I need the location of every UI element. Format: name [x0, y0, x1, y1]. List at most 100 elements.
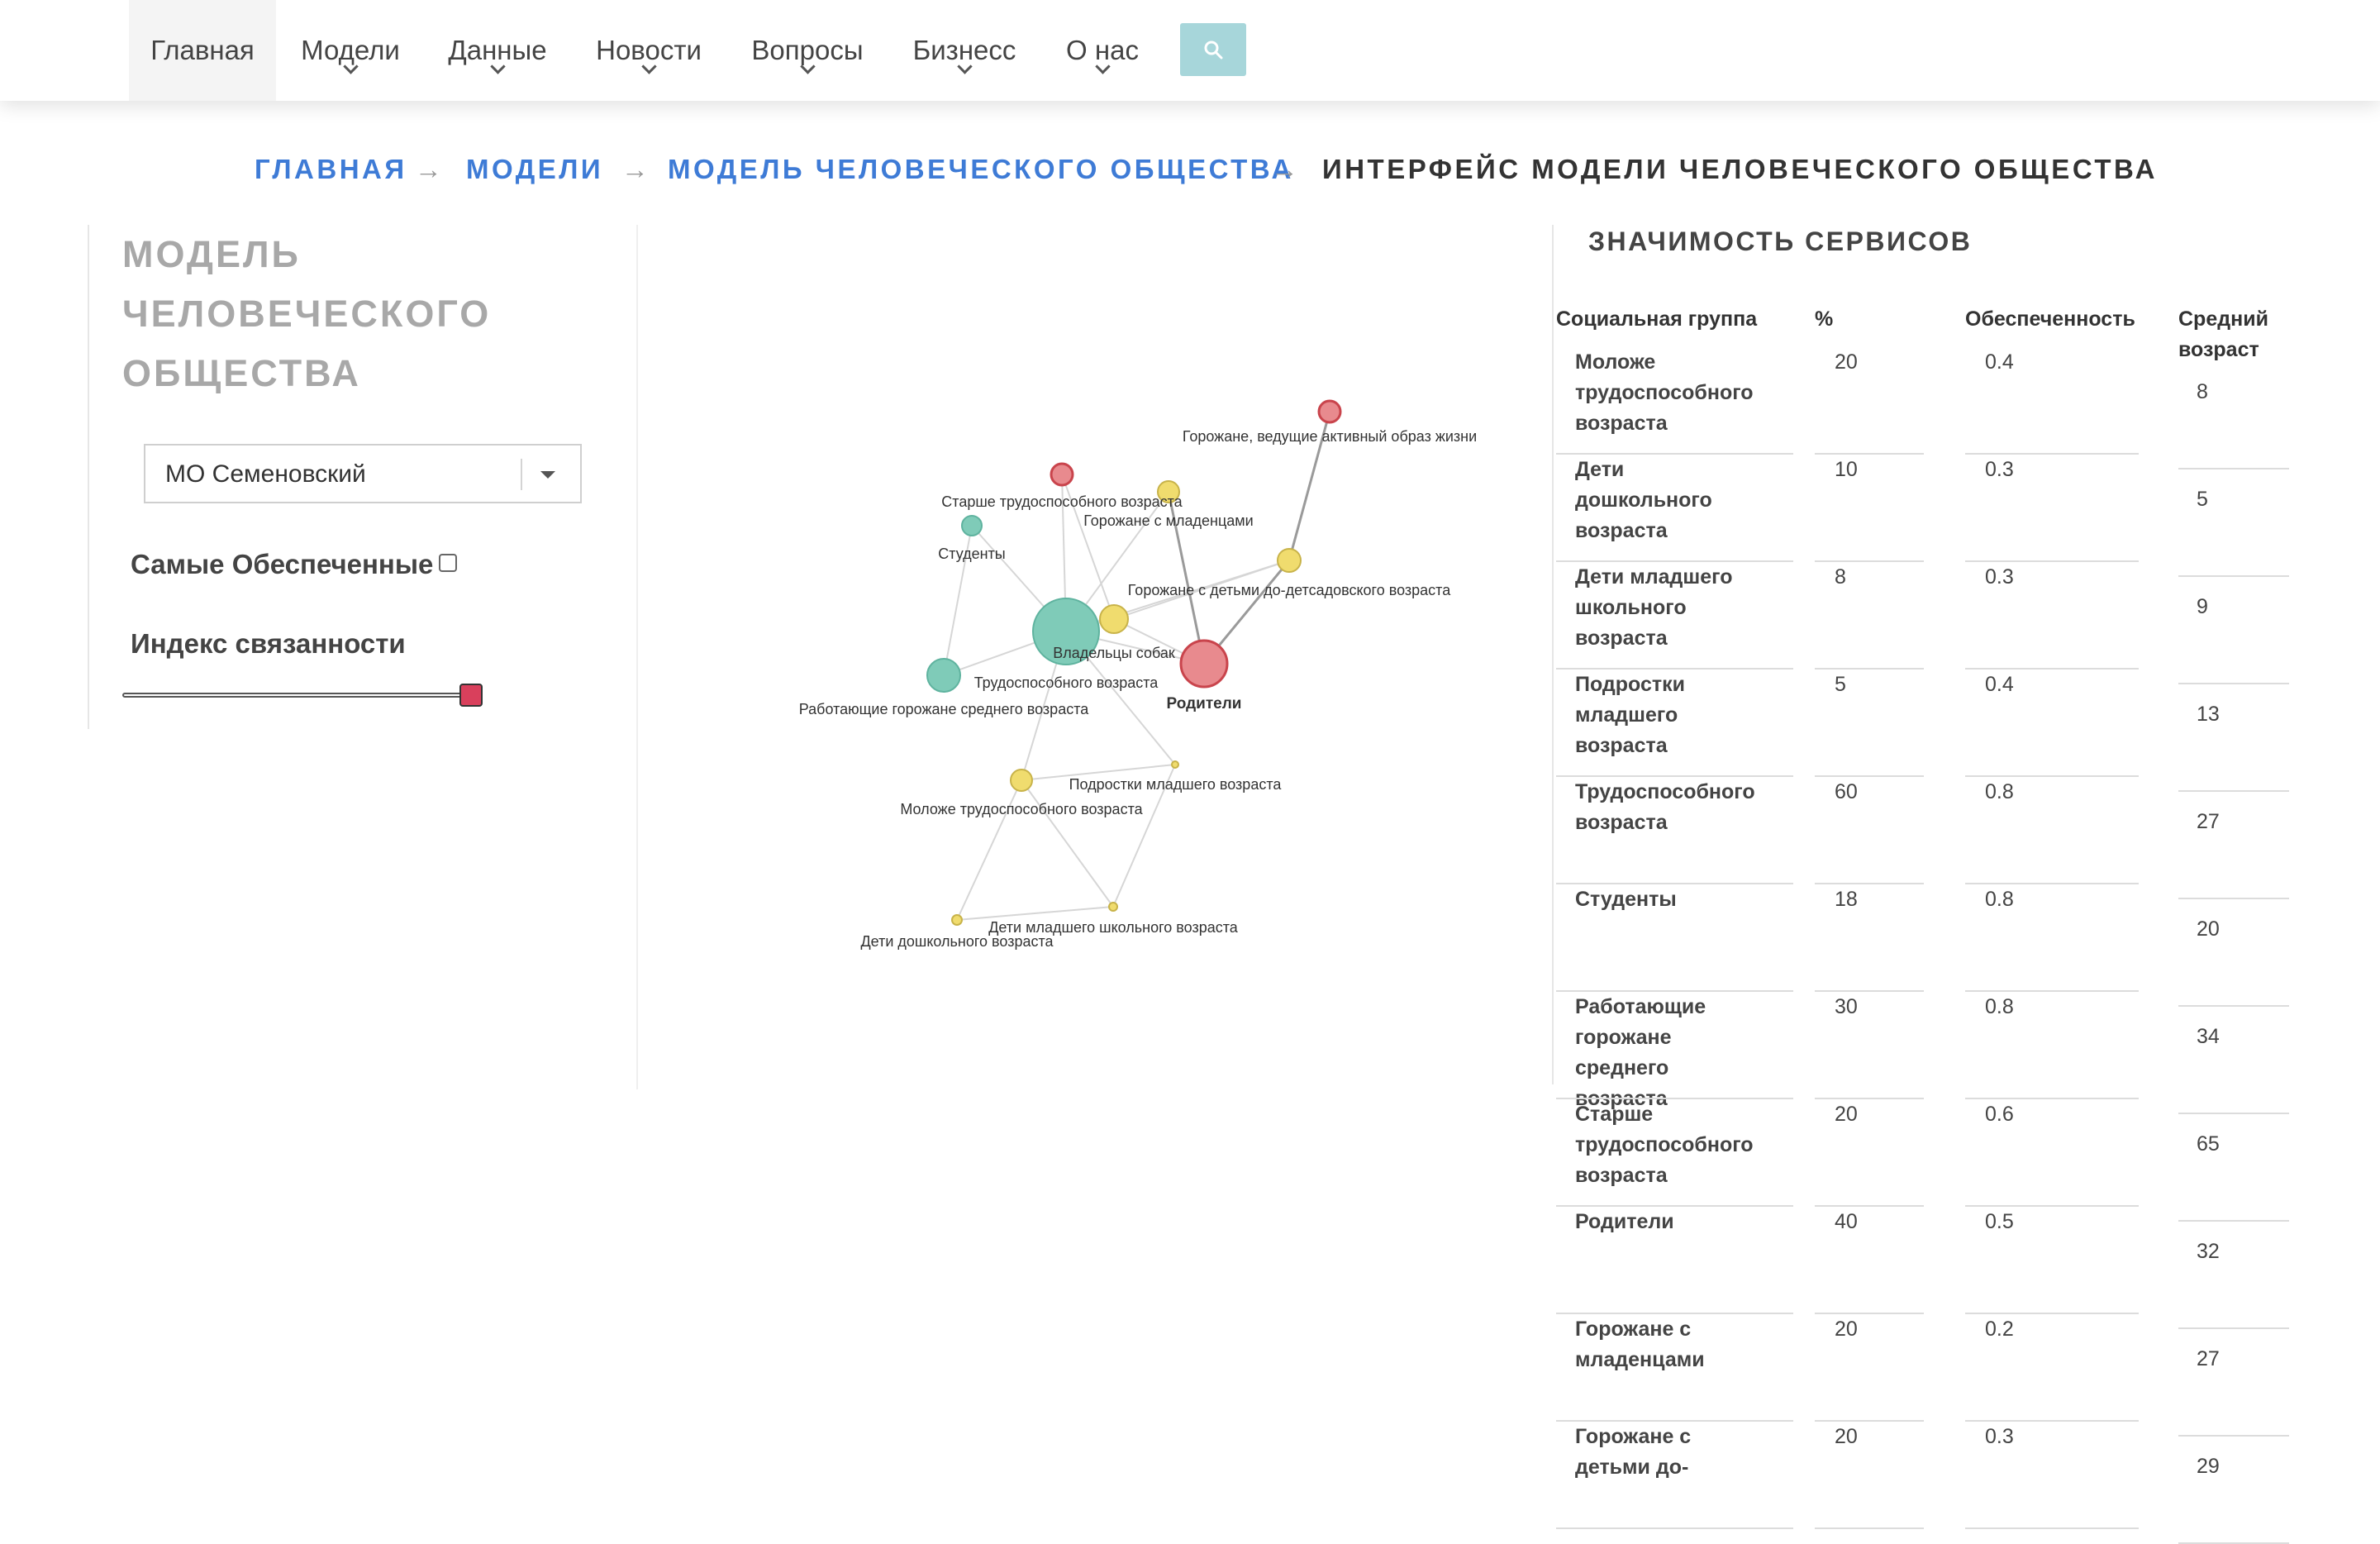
table-cell-percent: 20	[1835, 1103, 1858, 1126]
table-row-divider	[2178, 1005, 2289, 1007]
panel-title: Модель человеческого общества	[122, 225, 552, 403]
graph-node-label: Трудоспособного возраста	[974, 674, 1159, 691]
table-left-border	[1552, 225, 1554, 1084]
table-cell-percent: 20	[1835, 1318, 1858, 1341]
nav-item-business[interactable]: Бизнесс	[902, 0, 1026, 101]
top-navigation: Главная Модели Данные Новости Вопросы Би…	[0, 0, 2380, 101]
table-cell-percent: 18	[1835, 888, 1858, 911]
table-cell-percent: 40	[1835, 1210, 1858, 1233]
graph-node-label: Дети дошкольного возраста	[860, 933, 1054, 950]
table-cell-age: 13	[2197, 703, 2220, 726]
graph-node-label: Старше трудоспособного возраста	[941, 493, 1183, 510]
search-icon	[1204, 41, 1223, 60]
graph-node-dogs[interactable]	[1099, 604, 1129, 634]
breadcrumb-link-home[interactable]: Главная	[255, 154, 407, 185]
table-cell-age: 20	[2197, 917, 2220, 941]
table-row-divider	[2178, 898, 2289, 899]
table-cell-provision: 0.8	[1985, 780, 2014, 803]
graph-edge	[1021, 779, 1114, 908]
graph-node-preschool[interactable]	[951, 914, 963, 926]
table-cell-percent: 30	[1835, 995, 1858, 1018]
table-row-divider	[1815, 453, 1924, 455]
nav-item-models[interactable]: Модели	[289, 0, 412, 101]
table-row-divider	[2178, 1113, 2289, 1114]
table-row-divider	[2178, 1435, 2289, 1437]
table-cell-provision: 0.6	[1985, 1103, 2014, 1126]
graph-node-school[interactable]	[1108, 902, 1118, 912]
table-cell-provision: 0.4	[1985, 350, 2014, 374]
table-row-divider	[1965, 1527, 2139, 1529]
search-button[interactable]	[1180, 23, 1246, 76]
nav-item-home[interactable]: Главная	[129, 0, 276, 101]
table-cell-age: 27	[2197, 810, 2220, 833]
graph-node-label: Работающие горожане среднего возраста	[799, 701, 1090, 717]
table-row-divider	[1815, 1205, 1924, 1207]
table-cell-group: Дети младшего школьного возраста	[1575, 565, 1733, 650]
graph-node-label: Горожане, ведущие активный образ жизни	[1183, 428, 1477, 445]
table-cell-group: Моложе трудоспособного возраста	[1575, 350, 1754, 435]
table-row-divider	[1815, 1420, 1924, 1422]
graph-node-students[interactable]	[961, 515, 983, 536]
table-cell-age: 27	[2197, 1347, 2220, 1370]
caret-down-icon[interactable]	[540, 471, 555, 479]
table-cell-percent: 20	[1835, 1425, 1858, 1448]
breadcrumb-separator: →	[415, 154, 445, 184]
graph-node-kinder[interactable]	[1277, 548, 1302, 573]
table-cell-group: Горожане с младенцами	[1575, 1318, 1705, 1371]
table-cell-percent: 5	[1835, 673, 1846, 696]
table-cell-age: 8	[2197, 380, 2208, 403]
social-groups-network-graph[interactable]: Горожане, ведущие активный образ жизни Ст…	[638, 225, 1547, 1089]
table-cell-group: Трудоспособного возраста	[1575, 780, 1755, 834]
column-header-percent: %	[1815, 307, 1834, 331]
panel-title-line: человеческого	[122, 293, 492, 335]
graph-node-label: Родители	[1167, 695, 1242, 712]
graph-node-healthy[interactable]	[1317, 399, 1342, 424]
table-cell-age: 34	[2197, 1025, 2220, 1048]
table-cell-percent: 10	[1835, 458, 1858, 481]
graph-node-young[interactable]	[1010, 769, 1033, 792]
wealthiest-checkbox-label: Самые Обеспеченные	[131, 549, 434, 579]
breadcrumb-link-society-model[interactable]: Модель человеческого общества	[668, 154, 1294, 185]
column-header-provision: Обеспеченность	[1965, 307, 2135, 331]
nav-item-about[interactable]: О нас	[1056, 0, 1149, 101]
nav-item-data[interactable]: Данные	[436, 0, 559, 101]
table-cell-group: Старше трудоспособного возраста	[1575, 1103, 1754, 1187]
table-row-divider	[1815, 1313, 1924, 1314]
breadcrumb-separator: →	[621, 154, 652, 184]
connectivity-slider-thumb[interactable]	[459, 684, 483, 707]
connectivity-slider-track[interactable]	[122, 693, 479, 698]
breadcrumb-link-models[interactable]: Модели	[466, 154, 603, 185]
breadcrumb-current: Интерфейс модели человеческого общества	[1322, 154, 2158, 184]
graph-node-teens[interactable]	[1171, 760, 1179, 769]
table-row-divider	[1815, 668, 1924, 670]
table-cell-group: Горожане с детьми до-	[1575, 1425, 1692, 1479]
table-cell-provision: 0.8	[1985, 888, 2014, 911]
table-cell-provision: 0.3	[1985, 1425, 2014, 1448]
table-row-divider	[2178, 468, 2289, 469]
table-cell-age: 9	[2197, 595, 2208, 618]
column-header-group: Социальная группа	[1556, 307, 1758, 331]
table-cell-provision: 0.8	[1985, 995, 2014, 1018]
graph-node-label: Горожане с младенцами	[1083, 512, 1253, 529]
table-cell-provision: 0.5	[1985, 1210, 2014, 1233]
nav-item-news[interactable]: Новости	[583, 0, 714, 101]
nav-item-questions[interactable]: Вопросы	[740, 0, 874, 101]
table-cell-percent: 8	[1835, 565, 1846, 589]
table-row-divider	[2178, 1327, 2289, 1329]
graph-node-parents[interactable]	[1179, 639, 1229, 689]
graph-node-label: Подростки младшего возраста	[1069, 776, 1283, 793]
wealthiest-checkbox[interactable]	[439, 554, 457, 572]
graph-node-label: Студенты	[938, 546, 1005, 562]
table-row-divider	[1815, 883, 1924, 884]
table-row-divider	[2178, 1220, 2289, 1222]
select-divider	[521, 459, 522, 490]
table-row-divider	[1815, 1098, 1924, 1099]
graph-node-workers-mid[interactable]	[926, 658, 961, 693]
table-row-divider	[1815, 775, 1924, 777]
left-panel-border	[88, 225, 89, 729]
table-row-divider	[1815, 1527, 1924, 1529]
graph-node-elder[interactable]	[1050, 462, 1074, 487]
table-cell-age: 29	[2197, 1455, 2220, 1478]
panel-title-line: Модель	[122, 233, 301, 275]
municipality-select[interactable]: МО Семеновский	[144, 444, 582, 503]
